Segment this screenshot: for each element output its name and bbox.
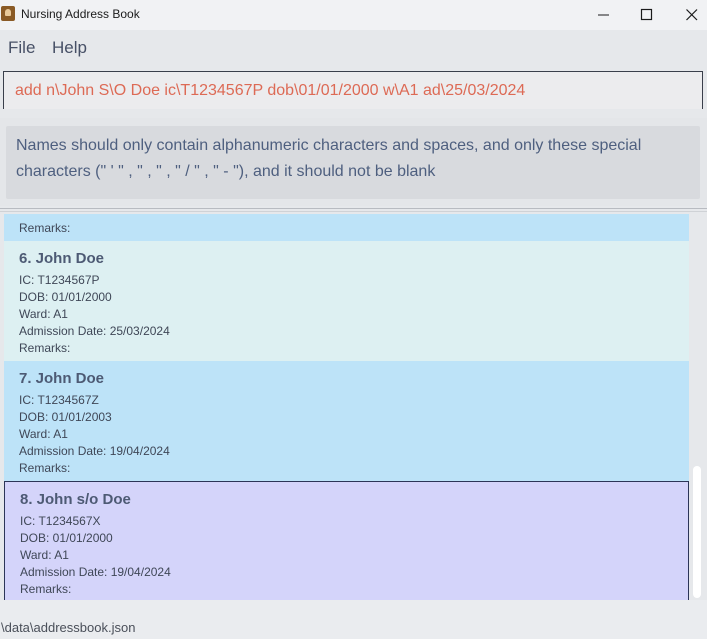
list-scrollbar[interactable] [689, 214, 707, 600]
result-line-2: characters (" ' " , " , " , " / " , " - … [16, 163, 436, 180]
menu-bar: File Help [0, 30, 707, 66]
address-book-icon [1, 6, 15, 21]
minimize-button[interactable] [581, 0, 627, 30]
data-file-path: \data\addressbook.json [1, 620, 136, 635]
patient-name: 8. John s/o Doe [20, 491, 131, 508]
patient-remarks: Remarks: [19, 341, 71, 355]
patient-card-partial[interactable]: Remarks: [4, 214, 689, 241]
scrollbar-thumb[interactable] [693, 466, 701, 598]
patient-ward: Ward: A1 [19, 427, 68, 441]
result-line-1: Names should only contain alphanumeric c… [16, 137, 642, 154]
panel-divider-shadow [0, 211, 707, 212]
maximize-button[interactable] [624, 0, 670, 30]
patient-list[interactable]: Remarks: 6. John Doe IC: T1234567P DOB: … [0, 214, 707, 600]
command-box [3, 71, 703, 109]
patient-card-selected[interactable]: 8. John s/o Doe IC: T1234567X DOB: 01/01… [4, 481, 689, 600]
patient-admission-date: Admission Date: 19/04/2024 [20, 565, 171, 579]
patient-dob: DOB: 01/01/2000 [20, 531, 113, 545]
patient-dob: DOB: 01/01/2000 [19, 290, 112, 304]
patient-dob: DOB: 01/01/2003 [19, 410, 112, 424]
patient-remarks: Remarks: [19, 461, 71, 475]
patient-ward: Ward: A1 [19, 307, 68, 321]
close-icon [686, 9, 698, 21]
patient-remarks: Remarks: [20, 582, 72, 596]
maximize-icon [640, 8, 653, 21]
status-bar: \data\addressbook.json [0, 600, 707, 639]
result-panel: Names should only contain alphanumeric c… [0, 118, 707, 206]
patient-card[interactable]: 6. John Doe IC: T1234567P DOB: 01/01/200… [4, 241, 689, 361]
patient-card[interactable]: 7. John Doe IC: T1234567Z DOB: 01/01/200… [4, 361, 689, 481]
command-input[interactable] [4, 72, 702, 109]
patient-ward: Ward: A1 [20, 548, 69, 562]
patient-ic: IC: T1234567X [20, 514, 101, 528]
menu-help[interactable]: Help [52, 38, 87, 58]
patient-admission-date: Admission Date: 19/04/2024 [19, 444, 170, 458]
patient-admission-date: Admission Date: 25/03/2024 [19, 324, 170, 338]
patient-name: 6. John Doe [19, 250, 105, 267]
panel-divider [0, 208, 707, 209]
result-message: Names should only contain alphanumeric c… [16, 133, 686, 185]
patient-name: 7. John Doe [19, 370, 105, 387]
title-bar: Nursing Address Book [0, 0, 707, 30]
close-button[interactable] [669, 0, 707, 30]
result-display: Names should only contain alphanumeric c… [6, 126, 700, 199]
patient-ic: IC: T1234567P [19, 273, 100, 287]
window-title: Nursing Address Book [21, 7, 140, 21]
patient-remarks: Remarks: [19, 221, 71, 235]
menu-file[interactable]: File [8, 38, 35, 58]
patient-ic: IC: T1234567Z [19, 393, 99, 407]
minimize-icon [598, 14, 609, 16]
